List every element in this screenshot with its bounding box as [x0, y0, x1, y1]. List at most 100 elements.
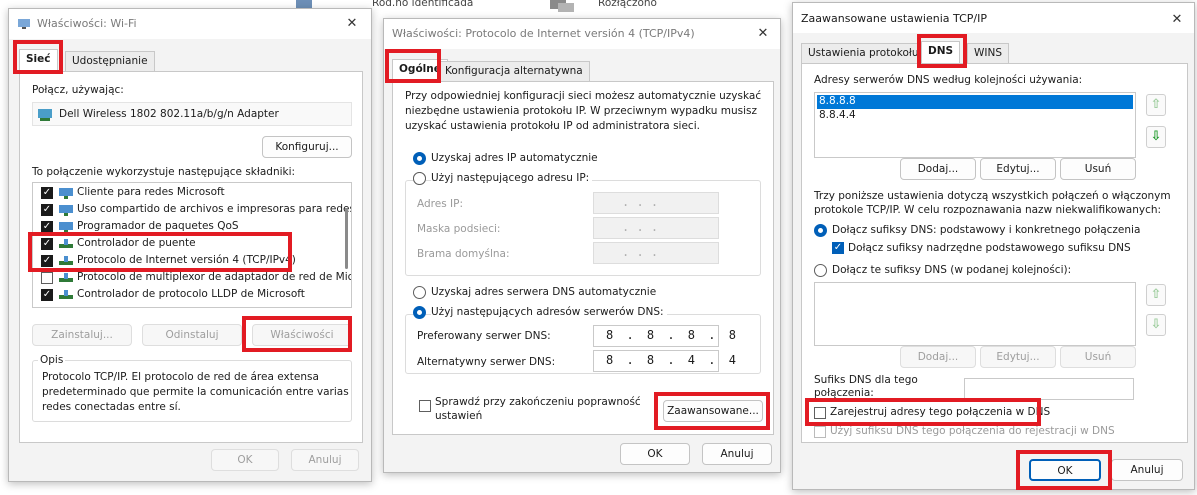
gateway-field[interactable]: . . . [593, 242, 719, 264]
component-checkbox[interactable]: ✓ [41, 289, 53, 301]
ip-address-field[interactable]: . . . [593, 192, 719, 214]
uninstall-button[interactable]: Odinstaluj [142, 324, 242, 346]
dns-manual-label[interactable]: Użyj następujących adresów serwerów DNS: [431, 306, 667, 318]
edit-suffix-button[interactable]: Edytuj... [980, 346, 1056, 368]
dns-auto-radio[interactable] [413, 286, 426, 299]
component-checkbox[interactable]: ✓ [41, 204, 53, 216]
subnet-field[interactable]: . . . [593, 217, 719, 239]
component-label: Programador de paquetes QoS [77, 220, 239, 232]
append-these-radio[interactable] [814, 264, 827, 277]
dns-manual-radio[interactable] [413, 306, 426, 319]
validate-checkbox[interactable] [419, 400, 431, 412]
component-checkbox[interactable]: ✓ [41, 187, 53, 199]
component-checkbox[interactable] [41, 272, 53, 284]
register-checkbox[interactable] [814, 407, 826, 419]
component-checkbox[interactable]: ✓ [41, 238, 53, 250]
remove-suffix-button[interactable]: Usuń [1060, 346, 1136, 368]
dns-auto-label[interactable]: Uzyskaj adres serwera DNS automatycznie [431, 286, 656, 298]
move-down-icon[interactable]: ⇩ [1146, 314, 1166, 336]
tab-network[interactable]: Sieć [19, 49, 58, 71]
list-item[interactable]: ✓ Controlador de protocolo LLDP de Micro… [33, 287, 343, 304]
tab-wins[interactable]: WINS [967, 43, 1009, 63]
intro-text: Przy odpowiedniej konfiguracji sieci moż… [405, 90, 762, 102]
network-tab-panel: Połącz, używając: Dell Wireless 1802 802… [19, 71, 363, 443]
network-adapter-icon [18, 19, 30, 29]
tab-ip-settings[interactable]: Ustawienia protokołu IP [801, 43, 939, 63]
connection-suffix-label: Sufiks DNS dla tego [814, 374, 918, 386]
component-label: Uso compartido de archivos e impresoras … [77, 203, 352, 215]
component-checkbox[interactable]: ✓ [41, 221, 53, 233]
cancel-button[interactable]: Anuluj [291, 449, 359, 471]
network-protocol-icon [59, 256, 73, 265]
list-item[interactable]: ✓ Cliente para redes Microsoft [33, 185, 343, 202]
intro-text: niezbędne ustawienia protokołu IP. W prz… [405, 105, 758, 117]
ok-button[interactable]: OK [211, 449, 279, 471]
ipv4-properties-window: Właściwości: Protocolo de Internet versi… [383, 18, 781, 473]
advanced-tcpip-window: Zaawansowane ustawienia TCP/IP ✕ Ustawie… [792, 2, 1195, 490]
ok-button[interactable]: OK [620, 443, 690, 465]
dns-server-list[interactable]: 8.8.8.8 8.8.4.4 [814, 92, 1136, 158]
list-item[interactable]: ✓ Uso compartido de archivos e impresora… [33, 202, 351, 219]
alternate-dns-field[interactable]: 8 . 8 . 4 . 4 [593, 350, 736, 372]
tab-alternate-config[interactable]: Konfiguracja alternatywna [438, 61, 590, 81]
general-tab-panel: Przy odpowiedniej konfiguracji sieci moż… [392, 81, 774, 435]
network-client-icon [59, 188, 73, 199]
network-adapter-icon [38, 109, 52, 121]
dns-server-entry: 8.8.4.4 [819, 109, 856, 121]
append-these-label[interactable]: Dołącz te sufiksy DNS (w podanej kolejno… [832, 264, 1071, 276]
list-item[interactable]: ✓ Programador de paquetes QoS [33, 219, 343, 236]
edit-button[interactable]: Edytuj... [980, 158, 1056, 180]
list-item[interactable]: Protocolo de multiplexor de adaptador de… [33, 270, 351, 287]
list-item[interactable]: ✓ Controlador de puente [33, 236, 343, 253]
properties-button[interactable]: Właściwości [252, 324, 352, 346]
components-list[interactable]: ✓ Cliente para redes Microsoft ✓ Uso com… [32, 182, 352, 308]
use-suffix-label[interactable]: Użyj sufiksu DNS tego połączenia do reje… [830, 425, 1115, 437]
list-item[interactable]: ✓ Protocolo de Internet versión 4 (TCP/I… [33, 253, 343, 270]
move-up-icon[interactable]: ⇧ [1146, 284, 1166, 306]
connect-using-label: Połącz, używając: [32, 84, 124, 96]
validate-label: Sprawdź przy zakończeniu poprawność [435, 396, 641, 408]
move-up-icon[interactable]: ⇧ [1146, 94, 1166, 116]
close-icon[interactable]: ✕ [339, 13, 365, 35]
connection-suffix-input[interactable] [964, 378, 1134, 400]
use-suffix-checkbox[interactable] [814, 426, 826, 438]
close-icon[interactable]: ✕ [1164, 9, 1190, 31]
append-parent-label[interactable]: Dołącz sufiksy nadrzędne podstawowego su… [848, 242, 1131, 254]
configure-button[interactable]: Konfiguruj... [262, 136, 352, 158]
append-primary-radio[interactable] [814, 224, 827, 237]
ok-button[interactable]: OK [1029, 459, 1101, 481]
remove-button[interactable]: Usuń [1060, 158, 1136, 180]
close-icon[interactable]: ✕ [750, 23, 776, 45]
tab-dns[interactable]: DNS [921, 41, 961, 63]
preferred-dns-field[interactable]: 8 . 8 . 8 . 8 [593, 325, 736, 347]
list-item[interactable]: 8.8.8.8 [817, 95, 1133, 109]
list-item[interactable]: 8.8.4.4 [817, 109, 1133, 123]
append-parent-checkbox[interactable]: ✓ [832, 242, 844, 254]
component-checkbox[interactable]: ✓ [41, 255, 53, 267]
component-label: Controlador de puente [77, 237, 196, 249]
scrollbar[interactable] [345, 209, 348, 269]
install-button[interactable]: Zainstaluj... [32, 324, 132, 346]
intro-text: uzyskać ustawienia protokołu IP od admin… [405, 120, 700, 132]
ip-auto-radio[interactable] [413, 152, 426, 165]
cancel-button[interactable]: Anuluj [702, 443, 772, 465]
ip-manual-label-visual: Użyj następującego adresu IP: [431, 172, 593, 184]
ip-auto-label[interactable]: Uzyskaj adres IP automatycznie [431, 152, 598, 164]
add-suffix-button[interactable]: Dodaj... [900, 346, 976, 368]
register-label[interactable]: Zarejestruj adresy tego połączenia w DNS [830, 406, 1050, 418]
append-primary-label[interactable]: Dołącz sufiksy DNS: podstawowy i konkret… [832, 224, 1140, 236]
cancel-button[interactable]: Anuluj [1111, 459, 1183, 481]
adapter-name: Dell Wireless 1802 802.11a/b/g/n Adapter [59, 108, 279, 120]
ip-address-value: . . . [622, 195, 659, 209]
add-button[interactable]: Dodaj... [900, 158, 976, 180]
window-title: Właściwości: Protocolo de Internet versi… [392, 27, 695, 40]
suffix-list[interactable] [814, 282, 1136, 346]
title-bar: Zaawansowane ustawienia TCP/IP ✕ [793, 3, 1194, 33]
gateway-label: Brama domyślna: [417, 248, 510, 260]
advanced-button[interactable]: Zaawansowane... [663, 400, 763, 422]
tab-sharing[interactable]: Udostępnianie [65, 51, 155, 71]
dns-server-entry: 8.8.8.8 [819, 95, 856, 107]
ip-address-label: Adres IP: [417, 198, 463, 210]
description-group-label: Opis [38, 354, 66, 366]
move-down-icon[interactable]: ⇩ [1146, 126, 1166, 148]
